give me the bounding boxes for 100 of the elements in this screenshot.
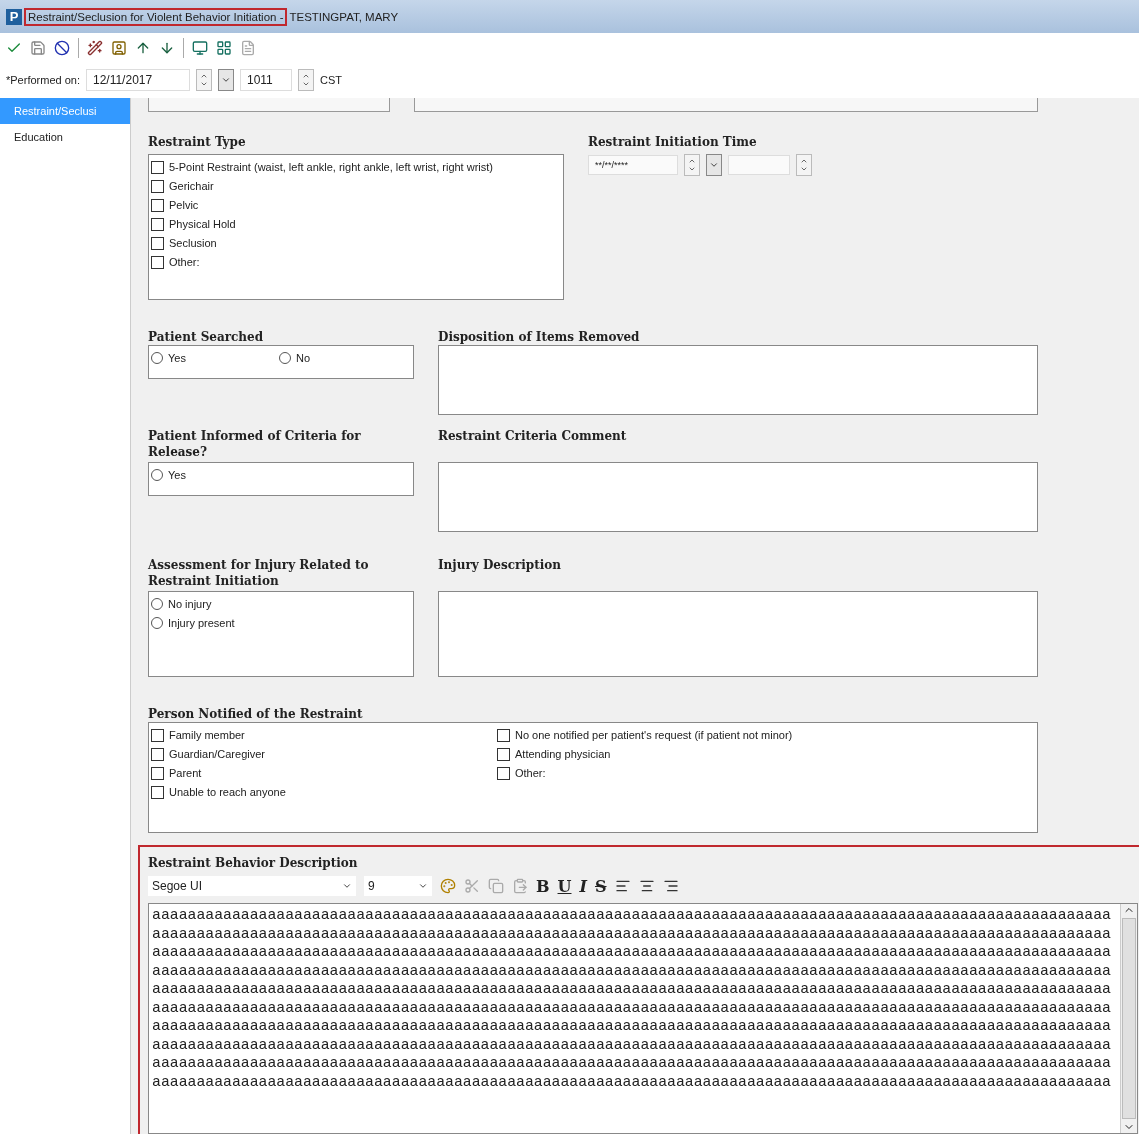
radio-button[interactable] (151, 617, 163, 629)
time-field[interactable]: 1011 (240, 69, 292, 91)
text-line: aaaaaaaaaaaaaaaaaaaaaaaaaaaaaaaaaaaaaaaaaaaaaaaaaaaaaaaaaaaaaaaaaaaaaaaaaaaaaaaaaaaaaaaaaaaaaaaaaaaaaaaaaaaa (152, 980, 1112, 999)
format-button[interactable]: B (536, 876, 550, 896)
format-button[interactable]: S (594, 876, 607, 896)
option-label: No one notified per patient's request (if patient not minor) (515, 729, 793, 741)
window-title: Restraint/Seclusion for Violent Behavior Initiation - (24, 7, 288, 26)
text-line: aaaaaaaaaaaaaaaaaaaaaaaaaaaaaaaaaaaaaaaaaaaaaaaaaaaaaaaaaaaaaaaaaaaaaaaaaaaaaaaaaaaaaaaaaaaaaaaaaaaaaaaaaaaa (152, 943, 1112, 962)
section-title: Restraint Criteria Comment (438, 428, 627, 444)
checkbox[interactable] (151, 747, 164, 761)
cancel-icon[interactable] (54, 39, 70, 56)
date-field[interactable]: 12/11/2017 (86, 69, 190, 91)
size-dropdown[interactable]: 9 (364, 876, 432, 896)
option-label: Other: (169, 256, 200, 268)
text-line: aaaaaaaaaaaaaaaaaaaaaaaaaaaaaaaaaaaaaaaaaaaaaaaaaaaaaaaaaaaaaaaaaaaaaaaaaaaaaaaaaaaaaaaaaaaaaaaaaaaaaaaaaaaa (152, 924, 1112, 943)
sidebar-item[interactable]: Education (0, 124, 130, 150)
option-label: Physical Hold (169, 218, 236, 230)
up-caret-icon (800, 157, 808, 165)
checkbox[interactable] (151, 255, 164, 269)
caret-icon (709, 160, 719, 170)
checkbox[interactable] (151, 236, 164, 250)
checkbox[interactable] (151, 160, 164, 174)
caret-icon (221, 75, 231, 85)
caret-icon (302, 80, 310, 88)
option-label: Gerichair (169, 180, 214, 192)
section-title: Restraint Behavior Description (148, 855, 358, 871)
section-title: Restraint Initiation Time (588, 134, 757, 150)
align-center-icon[interactable] (638, 878, 655, 894)
option-label: Pelvic (169, 199, 199, 211)
checkbox[interactable] (497, 766, 510, 780)
spin-button[interactable] (196, 69, 212, 91)
option-label: Parent (169, 767, 202, 779)
option-label: Yes (168, 352, 186, 364)
checkbox[interactable] (151, 217, 164, 231)
time-field[interactable] (728, 155, 790, 175)
section-title: Disposition of Items Removed (438, 329, 640, 345)
align-left-icon[interactable] (614, 878, 631, 894)
checkbox[interactable] (151, 179, 164, 193)
text-line: aaaaaaaaaaaaaaaaaaaaaaaaaaaaaaaaaaaaaaaaaaaaaaaaaaaaaaaaaaaaaaaaaaaaaaaaaaaaaaaaaaaaaaaaaaaaaaaaaaaaaaaaaaaa (152, 1035, 1112, 1054)
date-field[interactable]: **/**/**** (588, 155, 678, 175)
font-dropdown[interactable]: Segoe UI (148, 876, 356, 896)
radio-button[interactable] (278, 352, 291, 364)
radio-button[interactable] (151, 469, 163, 481)
section-title: Injury Description (438, 557, 562, 573)
checkbox[interactable] (151, 785, 164, 799)
option-label: No (295, 352, 310, 364)
radio-button[interactable] (151, 598, 163, 610)
caret-icon (200, 80, 208, 88)
checkbox[interactable] (151, 728, 164, 742)
option-label: Guardian/Caregiver (169, 748, 265, 760)
dropdown-button[interactable] (706, 154, 722, 176)
checkbox[interactable] (151, 198, 164, 212)
option-label: Family member (169, 729, 245, 741)
timezone-label: CST (320, 74, 342, 86)
section-title: Restraint Type (148, 134, 246, 150)
section-title: Patient Searched (148, 329, 264, 345)
text-area[interactable] (438, 462, 1038, 532)
caret-icon (800, 165, 808, 173)
grid-icon[interactable] (216, 39, 232, 56)
app-logo: P (6, 8, 22, 25)
text-field[interactable] (148, 98, 390, 112)
option-label: Injury present (168, 617, 235, 629)
text-line: aaaaaaaaaaaaaaaaaaaaaaaaaaaaaaaaaaaaaaaaaaaaaaaaaaaaaaaaaaaaaaaaaaaaaaaaaaaaaaaaaaaaaaaaaaaaaaaaaaaaaaaaaaaa (152, 961, 1112, 980)
checkbox[interactable] (497, 747, 510, 761)
text-line: aaaaaaaaaaaaaaaaaaaaaaaaaaaaaaaaaaaaaaaaaaaaaaaaaaaaaaaaaaaaaaaaaaaaaaaaaaaaaaaaaaaaaaaaaaaaaaaaaaaaaaaaaaaa (152, 998, 1112, 1017)
spin-button[interactable] (684, 154, 700, 176)
option-label: 5-Point Restraint (waist, left ankle, right ankle, left wrist, right wrist) (169, 161, 493, 173)
radio-button[interactable] (151, 352, 163, 364)
section-title: Assessment for Injury Related to Restraint Initiation (148, 557, 370, 589)
section-title: Patient Informed of Criteria for Release? (148, 428, 362, 460)
text-area[interactable] (438, 345, 1038, 415)
palette-icon[interactable] (440, 878, 456, 894)
text-line: aaaaaaaaaaaaaaaaaaaaaaaaaaaaaaaaaaaaaaaaaaaaaaaaaaaaaaaaaaaaaaaaaaaaaaaaaaaaaaaaaaaaaaaaaaaaaaaaaaaaaaaaaaaa (152, 906, 1112, 925)
format-button[interactable]: U (557, 876, 572, 896)
text-field[interactable] (414, 98, 1038, 112)
option-label: Yes (168, 469, 186, 481)
option-label: Other: (515, 767, 546, 779)
monitor-icon[interactable] (192, 39, 208, 56)
checkbox[interactable] (151, 766, 164, 780)
performed-on-label: *Performed on: (6, 74, 80, 86)
format-button[interactable]: I (579, 876, 587, 896)
save-icon[interactable] (30, 39, 46, 56)
rich-text-editor[interactable] (148, 903, 1138, 1134)
option-label: Seclusion (169, 237, 217, 249)
person-icon[interactable] (111, 39, 127, 56)
patient-name: TESTINGPAT, MARY (289, 10, 399, 23)
up-caret-icon (688, 157, 696, 165)
text-area[interactable] (438, 591, 1038, 677)
option-label: No injury (168, 598, 212, 610)
spin-button[interactable] (796, 154, 812, 176)
caret-icon (342, 881, 352, 891)
up-caret-icon (200, 72, 208, 80)
wand-icon[interactable] (87, 39, 103, 56)
align-right-icon[interactable] (662, 878, 679, 894)
text-line: aaaaaaaaaaaaaaaaaaaaaaaaaaaaaaaaaaaaaaaaaaaaaaaaaaaaaaaaaaaaaaaaaaaaaaaaaaaaaaaaaaaaaaaaaaaaaaaaaaaaaaaaaaaa (152, 1017, 1112, 1036)
spin-button[interactable] (298, 69, 314, 91)
scrollbar[interactable] (1120, 904, 1137, 1133)
option-label: Unable to reach anyone (169, 786, 286, 798)
checkbox[interactable] (497, 728, 510, 742)
dropdown-button[interactable] (218, 69, 234, 91)
